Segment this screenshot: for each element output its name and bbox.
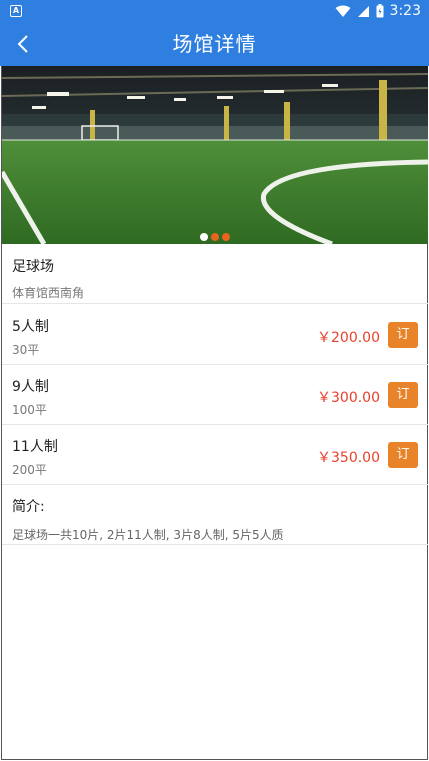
clock: 3:23: [389, 3, 421, 19]
option-size: 200平: [12, 463, 47, 477]
notification-icon: A: [10, 5, 22, 17]
wifi-icon: [335, 5, 351, 17]
option-name: 11人制: [12, 439, 58, 455]
status-icons: 3:23: [335, 2, 421, 20]
venue-info: 足球场 体育馆西南角: [2, 244, 428, 304]
option-price: ￥300.00: [317, 390, 380, 406]
option-size: 100平: [12, 403, 47, 417]
page-title: 场馆详情: [172, 32, 257, 56]
booking-option-row: 9人制 100平 ￥300.00 订: [2, 365, 428, 425]
booking-option-row: 11人制 200平 ￥350.00 订: [2, 425, 428, 485]
carousel-dot[interactable]: [199, 233, 208, 241]
venue-intro: 简介: 足球场一共10片, 2片11人制, 3片8人制, 5片5人质: [2, 485, 428, 545]
signal-icon: [357, 5, 369, 17]
intro-text: 足球场一共10片, 2片11人制, 3片8人制, 5片5人质: [12, 528, 284, 542]
venue-banner-image[interactable]: [2, 66, 428, 244]
app-bar: 场馆详情: [0, 22, 429, 66]
option-name: 9人制: [12, 379, 49, 395]
option-name: 5人制: [12, 319, 49, 335]
option-price: ￥350.00: [317, 450, 380, 466]
option-price: ￥200.00: [317, 330, 380, 346]
battery-icon: [376, 4, 384, 18]
book-button[interactable]: 订: [388, 322, 418, 348]
booking-option-row: 5人制 30平 ￥200.00 订: [2, 305, 428, 365]
option-size: 30平: [12, 343, 40, 357]
intro-title: 简介:: [12, 499, 45, 515]
carousel-dot[interactable]: [210, 233, 219, 241]
venue-address: 体育馆西南角: [12, 286, 85, 300]
status-bar: A 3:23: [0, 0, 429, 22]
carousel-dot[interactable]: [221, 233, 230, 241]
carousel-indicator: [0, 233, 429, 241]
book-button[interactable]: 订: [388, 382, 418, 408]
venue-name: 足球场: [12, 259, 54, 275]
book-button[interactable]: 订: [388, 442, 418, 468]
